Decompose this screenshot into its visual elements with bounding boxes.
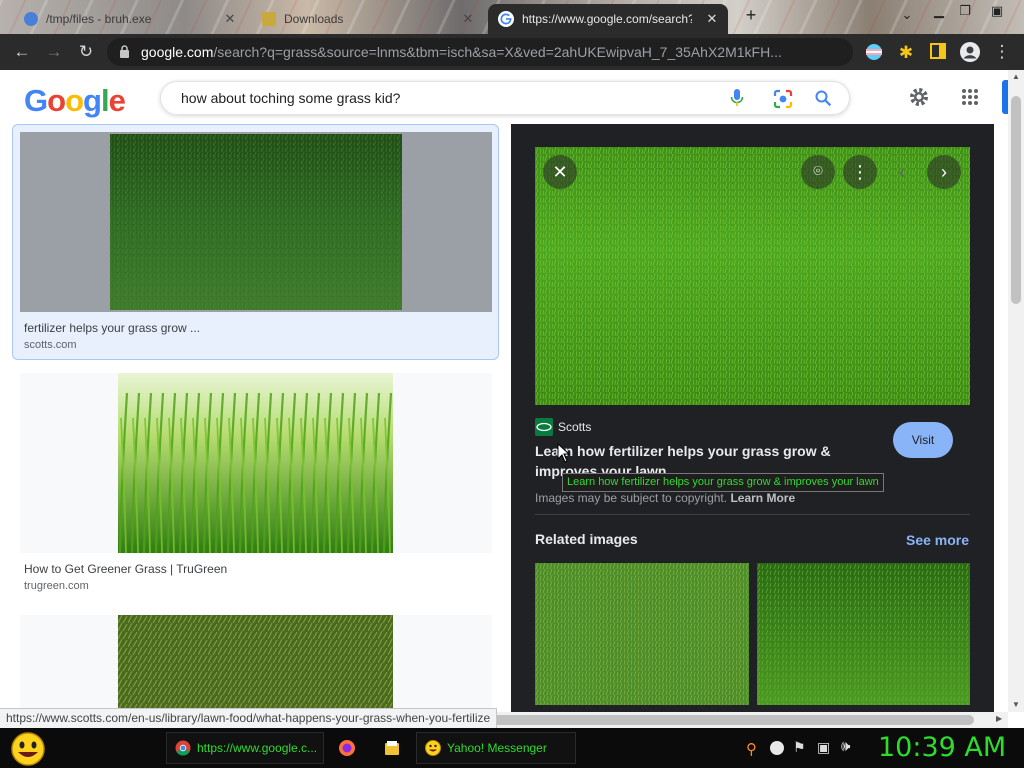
google-header: Google how about toching some grass kid?	[0, 70, 1008, 124]
tab-search-chevron-icon[interactable]: ⌄	[894, 6, 920, 24]
extensions-puzzle-icon[interactable]: ✱	[896, 43, 916, 63]
google-logo[interactable]: Google	[24, 83, 126, 119]
related-image-1[interactable]	[535, 563, 749, 705]
image-result-3[interactable]	[12, 612, 499, 712]
address-bar[interactable]: google.com/search?q=grass&source=lnms&tb…	[107, 38, 853, 66]
scotts-site-logo	[535, 418, 553, 436]
scroll-right-arrow-icon[interactable]: ▶	[996, 714, 1002, 723]
result-title[interactable]: fertilizer helps your grass grow ...	[24, 321, 200, 335]
related-images-heading: Related images	[535, 531, 638, 547]
firefox-taskbar-icon[interactable]	[338, 732, 362, 764]
file-manager-taskbar-icon[interactable]	[383, 732, 407, 764]
voice-search-mic-icon[interactable]	[730, 89, 744, 108]
tray-network-icon[interactable]: ▣	[817, 739, 830, 756]
image-result-2[interactable]: How to Get Greener Grass | TruGreen trug…	[12, 368, 499, 604]
scroll-up-arrow-icon[interactable]: ▲	[1012, 72, 1020, 81]
chrome-icon	[175, 740, 191, 756]
search-icon[interactable]	[815, 90, 832, 107]
tray-search-icon[interactable]: ⚲	[746, 740, 757, 758]
learn-more-link[interactable]: Learn More	[730, 491, 795, 505]
taskbar-item-label: Yahoo! Messenger	[447, 741, 547, 755]
grass-closeup-thumbnail-image[interactable]	[118, 615, 393, 712]
taskbar: https://www.google.c... Yahoo! Messenger…	[0, 728, 1024, 768]
image-preview-panel: ✕ ⌾ ⋮ ‹ › Scotts Learn how fertilizer he…	[511, 124, 994, 712]
logo-letter: e	[108, 83, 126, 118]
tab-tmp-files[interactable]: /tmp/files - bruh.exe ✕	[14, 4, 246, 34]
lock-icon[interactable]	[119, 45, 130, 58]
reload-icon[interactable]: ↻	[76, 42, 96, 62]
lens-search-icon[interactable]: ⌾	[801, 155, 835, 189]
taskbar-item-label: https://www.google.c...	[197, 741, 318, 755]
tab-title: /tmp/files - bruh.exe	[46, 12, 152, 26]
logo-letter: l	[100, 83, 110, 118]
tray-flag-icon[interactable]: ⚑	[793, 739, 806, 756]
restore-icon[interactable]: ❐	[952, 2, 978, 20]
taskbar-item-yahoo-messenger[interactable]: Yahoo! Messenger	[416, 732, 576, 764]
tab-close-icon[interactable]: ✕	[704, 11, 720, 27]
logo-letter: G	[24, 83, 48, 118]
window-close-icon[interactable]: ▣	[984, 2, 1010, 20]
tray-status-icon[interactable]	[770, 741, 784, 755]
google-lens-icon[interactable]	[773, 89, 793, 109]
grass-thumbnail-image[interactable]	[110, 134, 402, 310]
extension-flag-icon[interactable]	[864, 43, 884, 63]
see-more-link[interactable]: See more	[906, 532, 969, 548]
tab-google-search[interactable]: https://www.google.com/search? ✕	[488, 4, 728, 34]
scroll-down-arrow-icon[interactable]: ▼	[1012, 700, 1020, 709]
tab-close-icon[interactable]: ✕	[460, 11, 476, 27]
result-source[interactable]: trugreen.com	[24, 580, 89, 592]
next-image-icon[interactable]: ›	[927, 155, 961, 189]
more-options-icon[interactable]: ⋮	[843, 155, 877, 189]
preview-title-line-1[interactable]: Learn how fertilizer helps your grass gr…	[535, 443, 831, 459]
title-tooltip: Learn how fertilizer helps your grass gr…	[562, 473, 884, 492]
profile-avatar-icon[interactable]	[960, 42, 980, 62]
thumbnail-frame	[20, 373, 492, 553]
vertical-scrollbar[interactable]: ▲ ▼	[1008, 70, 1024, 712]
grass-blades-thumbnail-image[interactable]	[118, 373, 393, 553]
thumbnail-frame	[20, 132, 492, 312]
settings-gear-icon[interactable]	[908, 86, 930, 108]
google-favicon-icon	[498, 11, 514, 27]
tab-title: https://www.google.com/search?	[522, 12, 692, 26]
thumbnail-frame	[20, 615, 492, 712]
side-panel-icon[interactable]	[928, 43, 948, 63]
mouse-cursor-icon	[557, 442, 571, 465]
previous-image-icon[interactable]: ‹	[885, 155, 919, 189]
search-input[interactable]: how about toching some grass kid?	[181, 90, 400, 106]
start-button-smiley-icon[interactable]	[8, 731, 48, 767]
close-preview-icon[interactable]: ✕	[543, 155, 577, 189]
google-apps-grid-icon[interactable]	[961, 88, 979, 106]
tab-title: Downloads	[284, 12, 344, 26]
logo-letter: g	[83, 83, 102, 118]
tab-close-icon[interactable]: ✕	[222, 11, 238, 27]
folder-favicon-icon	[24, 12, 38, 26]
logo-letter: o	[47, 83, 66, 118]
result-title[interactable]: How to Get Greener Grass | TruGreen	[24, 562, 227, 576]
search-box[interactable]: how about toching some grass kid?	[160, 81, 850, 115]
taskbar-clock[interactable]: 10:39 AM	[878, 732, 1006, 763]
back-arrow-icon[interactable]: ←	[12, 42, 32, 62]
forward-arrow-icon[interactable]: →	[44, 42, 64, 62]
browser-menu-icon[interactable]: ⋮	[992, 42, 1012, 62]
url-text: google.com/search?q=grass&source=lnms&tb…	[141, 44, 782, 60]
divider	[535, 514, 970, 515]
copyright-notice: Images may be subject to copyright. Lear…	[535, 491, 796, 505]
vertical-scroll-thumb[interactable]	[1011, 96, 1021, 304]
tray-volume-icon[interactable]: 🕪	[841, 738, 850, 755]
downloads-favicon-icon	[262, 12, 276, 26]
yahoo-messenger-icon	[425, 740, 441, 756]
result-source[interactable]: scotts.com	[24, 339, 77, 351]
image-result-1[interactable]: fertilizer helps your grass grow ... sco…	[12, 124, 499, 360]
minimize-icon[interactable]: ▁	[926, 2, 952, 20]
link-status-bubble: https://www.scotts.com/en-us/library/law…	[0, 708, 498, 728]
tab-downloads[interactable]: Downloads ✕	[252, 4, 484, 34]
browser-tab-strip: /tmp/files - bruh.exe ✕ Downloads ✕ http…	[0, 0, 1024, 34]
site-name[interactable]: Scotts	[558, 420, 591, 434]
new-tab-icon[interactable]: +	[738, 6, 764, 24]
logo-letter: o	[65, 83, 84, 118]
taskbar-item-chrome[interactable]: https://www.google.c...	[166, 732, 324, 764]
related-image-2[interactable]	[757, 563, 970, 705]
visit-button[interactable]: Visit	[893, 422, 953, 458]
